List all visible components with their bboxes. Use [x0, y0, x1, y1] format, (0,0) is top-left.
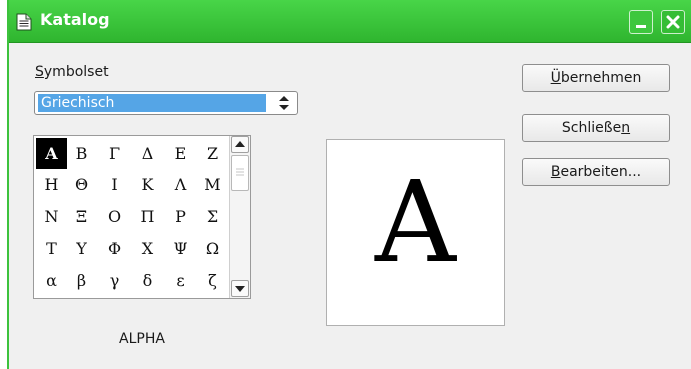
- symbol-cell[interactable]: Γ: [99, 138, 130, 169]
- updown-arrow-icon: [279, 96, 289, 110]
- symbol-cell[interactable]: Ν: [36, 201, 67, 232]
- symbol-cell[interactable]: Ζ: [197, 138, 228, 169]
- symbol-cell[interactable]: Υ: [66, 233, 97, 264]
- minimize-button[interactable]: [629, 10, 653, 34]
- symbol-cell[interactable]: Κ: [132, 169, 163, 200]
- symbol-cells: ΑΒΓΔΕΖ ΗΘΙΚΛΜ ΝΞΟΠΡΣ ΤΥΦΧΨΩαβγδεζ: [36, 138, 228, 298]
- symbolset-label: Symbolset: [35, 64, 109, 80]
- symbol-cell[interactable]: Ψ: [165, 233, 196, 264]
- arrow-up-icon: [235, 141, 245, 147]
- symbol-cell[interactable]: Α: [36, 138, 67, 169]
- symbol-cell[interactable]: Η: [36, 169, 67, 200]
- symbol-scrollbar[interactable]: [229, 136, 250, 298]
- dialog-body: Symbolset Griechisch ΑΒΓΔΕΖΗΘΙΚΛΜΝΞΟΠΡΣΤ…: [9, 43, 691, 369]
- scroll-thumb[interactable]: [231, 155, 249, 191]
- scroll-down-button[interactable]: [231, 280, 249, 297]
- close-icon: [666, 15, 680, 29]
- symbol-cell[interactable]: Σ: [197, 201, 228, 232]
- minimize-icon: [636, 25, 646, 28]
- symbol-cell[interactable]: Ρ: [165, 201, 196, 232]
- symbol-cell[interactable]: Ε: [165, 138, 196, 169]
- symbolset-value: Griechisch: [38, 94, 266, 112]
- symbol-cell[interactable]: ε: [165, 265, 196, 296]
- grip-icon: [236, 168, 244, 176]
- symbol-cell[interactable]: Θ: [66, 169, 97, 200]
- symbol-cell[interactable]: β: [66, 265, 97, 296]
- symbol-cell[interactable]: δ: [132, 265, 163, 296]
- symbol-cell[interactable]: Ξ: [66, 201, 97, 232]
- symbol-cell[interactable]: Φ: [99, 233, 130, 264]
- symbol-cell[interactable]: α: [36, 265, 67, 296]
- symbol-cell[interactable]: Λ: [165, 169, 196, 200]
- symbol-cell[interactable]: Μ: [197, 169, 228, 200]
- document-icon: [16, 13, 32, 31]
- preview-glyph: Α: [375, 158, 456, 288]
- apply-button[interactable]: Übernehmen: [522, 64, 670, 92]
- symbol-cell[interactable]: Χ: [132, 233, 163, 264]
- symbol-cell[interactable]: Π: [132, 201, 163, 232]
- symbol-cell[interactable]: Δ: [132, 138, 163, 169]
- symbol-cell[interactable]: Τ: [36, 233, 67, 264]
- symbolset-select[interactable]: Griechisch: [34, 91, 298, 115]
- symbol-preview: Α: [326, 139, 505, 326]
- symbol-cell[interactable]: Β: [66, 138, 97, 169]
- symbol-name: ALPHA: [119, 331, 165, 347]
- catalog-dialog: Katalog Symbolset Griechisch ΑΒΓΔΕΖΗΘΙΚΛ…: [7, 0, 691, 369]
- symbol-cell[interactable]: γ: [99, 265, 130, 296]
- window-title: Katalog: [40, 10, 110, 29]
- title-bar[interactable]: Katalog: [9, 0, 691, 43]
- symbol-cell[interactable]: Ι: [99, 169, 130, 200]
- symbol-cell[interactable]: Ο: [99, 201, 130, 232]
- scroll-up-button[interactable]: [231, 136, 249, 153]
- edit-button[interactable]: Bearbeiten...: [522, 158, 670, 186]
- arrow-down-icon: [235, 286, 245, 292]
- symbol-cell[interactable]: ζ: [197, 265, 228, 296]
- symbol-cell[interactable]: Ω: [197, 233, 228, 264]
- close-window-button[interactable]: [661, 10, 685, 34]
- symbol-grid[interactable]: ΑΒΓΔΕΖ ΗΘΙΚΛΜ ΝΞΟΠΡΣ ΤΥΦΧΨΩαβγδεζ: [33, 135, 251, 299]
- close-button[interactable]: Schließen: [522, 114, 670, 142]
